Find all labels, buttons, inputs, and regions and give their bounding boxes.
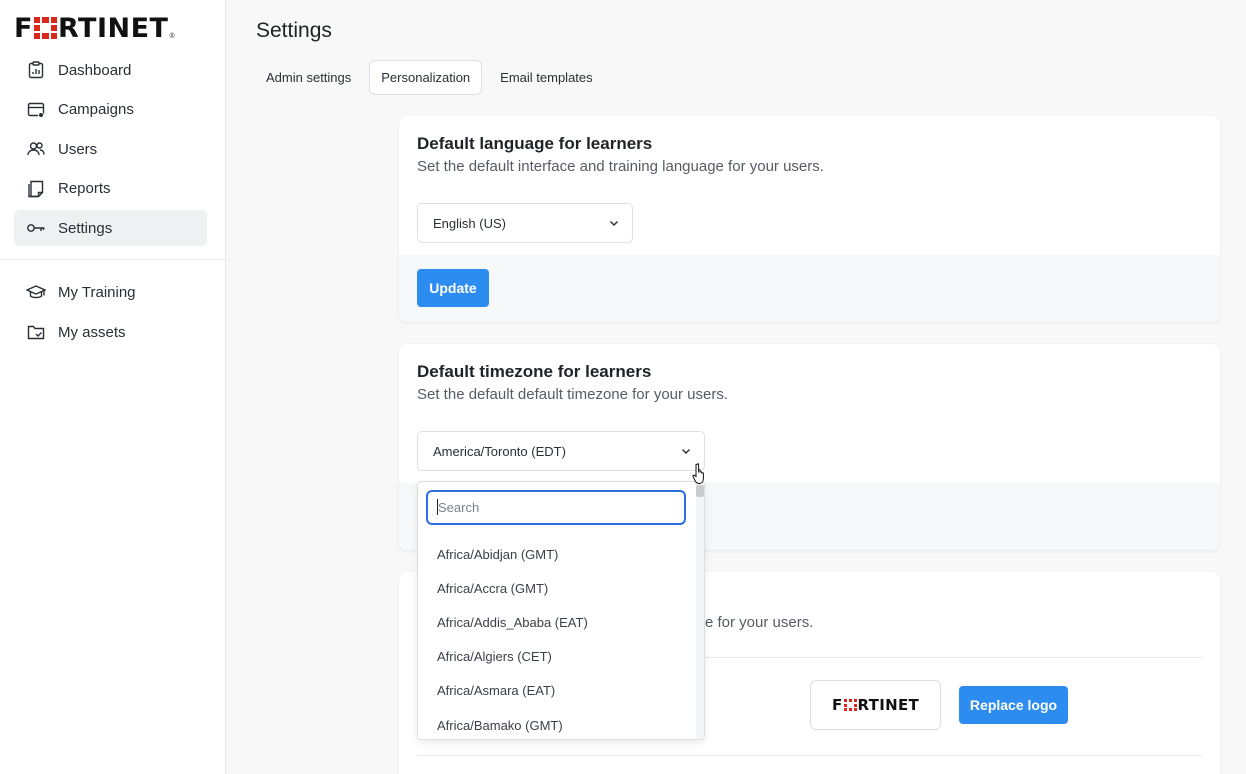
update-language-button[interactable]: Update [417,269,489,307]
sidebar-item-label: Users [58,140,98,158]
sidebar-item-dashboard[interactable]: Dashboard [14,52,207,88]
sidebar-item-label: Dashboard [58,61,132,79]
text-caret [437,499,438,515]
timezone-dropdown: Africa/Abidjan (GMT) Africa/Accra (GMT) … [417,481,705,740]
logo-card-description: e for your users. [705,614,814,631]
folder-icon [26,322,46,342]
users-icon [26,139,46,159]
sidebar-item-settings[interactable]: Settings [14,210,207,246]
logo-o-mark [33,16,57,39]
fortinet-logo[interactable]: F RTINET ® [14,14,210,42]
timezone-card-description: Set the default default timezone for you… [417,386,729,403]
sidebar-item-label: My Training [58,283,136,301]
logo-wordmark: F RTINET [14,12,169,44]
sidebar-item-label: Reports [58,180,111,197]
replace-logo-button[interactable]: Replace logo [959,686,1068,724]
language-card-description: Set the default interface and training l… [417,158,824,175]
sidebar-nav: Dashboard Campaigns Users Reports Settin… [14,52,207,250]
timezone-option[interactable]: Africa/Addis_Ababa (EAT) [418,605,698,639]
logo-card-divider-bottom [417,755,1202,756]
sidebar-item-my-assets[interactable]: My assets [14,314,207,350]
timezone-option[interactable]: Africa/Asmara (EAT) [418,674,698,708]
timezone-option[interactable]: Africa/Bamako (GMT) [418,708,698,739]
logo-o-mark [843,699,857,711]
sidebar-item-label: Settings [58,219,113,237]
dropdown-scrollbar[interactable] [696,482,704,739]
timezone-card-title: Default timezone for learners [417,362,652,381]
timezone-select-value: America/Toronto (EDT) [433,443,566,459]
timezone-option[interactable]: Africa/Accra (GMT) [418,571,698,605]
current-logo-preview: F RTINET [810,680,941,730]
key-icon [26,218,46,238]
chevron-down-icon [682,449,690,454]
language-card-title: Default language for learners [417,134,653,153]
timezone-select[interactable]: America/Toronto (EDT) [417,431,705,471]
timezone-option[interactable]: Africa/Abidjan (GMT) [418,537,698,571]
chevron-down-icon [610,221,618,226]
tab-admin-settings[interactable]: Admin settings [256,60,361,95]
sidebar: F RTINET ® Dashboard Campaigns Users Rep… [0,0,226,774]
timezone-options-list: Africa/Abidjan (GMT) Africa/Accra (GMT) … [418,537,698,739]
tab-personalization[interactable]: Personalization [369,60,483,95]
reports-icon [26,179,46,199]
page-title: Settings [256,19,332,42]
sidebar-secondary-nav: My Training My assets [14,274,207,354]
timezone-option[interactable]: Africa/Algiers (CET) [418,640,698,674]
sidebar-item-campaigns[interactable]: Campaigns [14,92,207,128]
registered-mark: ® [169,33,175,40]
graduation-cap-icon [26,282,46,302]
tab-email-templates[interactable]: Email templates [490,60,602,95]
timezone-search-input[interactable] [426,490,686,525]
sidebar-item-label: Campaigns [58,101,134,118]
campaigns-icon [26,100,46,120]
logo-preview-wordmark: F RTINET [831,696,920,714]
language-select[interactable]: English (US) [417,203,633,243]
sidebar-item-users[interactable]: Users [14,131,207,167]
hand-pointer-icon [692,463,704,484]
settings-tabs: Admin settings Personalization Email tem… [256,60,611,95]
scrollbar-thumb[interactable] [696,485,704,497]
sidebar-divider [0,259,225,260]
dashboard-icon [26,60,46,80]
sidebar-item-label: My assets [58,323,126,341]
language-select-value: English (US) [433,215,506,231]
sidebar-item-reports[interactable]: Reports [14,171,207,207]
language-card: Default language for learners Set the de… [399,116,1220,322]
sidebar-item-my-training[interactable]: My Training [14,274,207,310]
language-card-footer: Update [399,255,1220,322]
